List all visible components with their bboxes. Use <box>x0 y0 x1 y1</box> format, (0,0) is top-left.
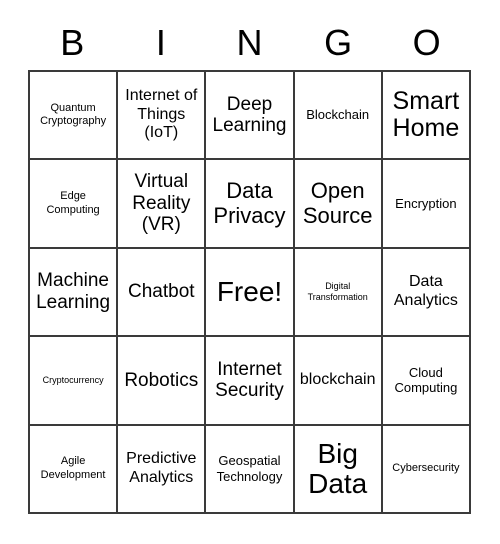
bingo-cell[interactable]: Cybersecurity <box>382 425 471 514</box>
bingo-cell[interactable]: Cloud Computing <box>382 337 471 426</box>
bingo-cell[interactable]: Geospatial Technology <box>206 425 295 514</box>
bingo-cell-label: Digital Transformation <box>307 280 368 302</box>
bingo-cell-label: blockchain <box>299 371 376 389</box>
bingo-header-letter-o: O <box>412 22 441 63</box>
bingo-cell-label: Deep Learning <box>212 93 287 137</box>
bingo-cell[interactable]: Deep Learning <box>206 72 295 161</box>
bingo-cell-label: Open Source <box>302 177 373 228</box>
bingo-cell-label: Agile Development <box>40 455 106 481</box>
bingo-cell[interactable]: Internet of Things (IoT) <box>118 72 207 161</box>
bingo-cell[interactable]: Predictive Analytics <box>118 425 207 514</box>
bingo-cell-label: Cybersecurity <box>392 462 460 475</box>
bingo-cell-label: Machine Learning <box>36 270 111 313</box>
bingo-cell[interactable]: Cryptocurrency <box>30 337 119 426</box>
bingo-cell-label: Cryptocurrency <box>42 374 104 385</box>
bingo-cell[interactable]: Machine Learning <box>30 248 119 338</box>
bingo-cell-label: Quantum Cryptography <box>40 101 107 128</box>
bingo-cell[interactable]: Open Source <box>294 160 383 249</box>
bingo-cell[interactable]: Virtual Reality (VR) <box>118 160 207 249</box>
bingo-cell-label: Encryption <box>395 195 457 211</box>
bingo-cell[interactable]: blockchain <box>294 337 383 426</box>
bingo-cell[interactable]: Blockchain <box>294 72 383 161</box>
bingo-cell-label: Geospatial Technology <box>216 453 283 484</box>
bingo-grid: Quantum Cryptography Internet of Things (… <box>28 70 471 514</box>
bingo-cell[interactable]: Edge Computing <box>30 160 119 249</box>
bingo-cell-label: Internet Security <box>215 358 284 402</box>
bingo-cell-label: Big Data <box>308 437 368 499</box>
bingo-cell-label: Robotics <box>124 369 199 391</box>
bingo-cell-label: Edge Computing <box>46 190 100 216</box>
bingo-free-space[interactable]: Free! <box>206 248 295 338</box>
bingo-cell-label: Internet of Things (IoT) <box>125 87 198 142</box>
bingo-cell-label: Data Privacy <box>213 177 286 228</box>
bingo-cell-label: Predictive Analytics <box>126 450 197 486</box>
bingo-cell[interactable]: Robotics <box>118 337 207 426</box>
bingo-cell-label: Virtual Reality (VR) <box>132 171 191 236</box>
bingo-cell[interactable]: Smart Home <box>382 72 471 161</box>
bingo-header-letter-b: B <box>60 22 85 63</box>
bingo-cell-label: Blockchain <box>306 107 370 123</box>
bingo-cell[interactable]: Internet Security <box>206 337 295 426</box>
bingo-cell-label: Smart Home <box>392 86 460 143</box>
bingo-header-letter-i: I <box>155 22 166 63</box>
bingo-cell[interactable]: Quantum Cryptography <box>30 72 119 161</box>
bingo-cell[interactable]: Data Privacy <box>206 160 295 249</box>
bingo-free-space-label: Free! <box>216 275 283 307</box>
bingo-cell-label: Cloud Computing <box>394 364 458 396</box>
bingo-cell[interactable]: Big Data <box>294 425 383 514</box>
bingo-cell-label: Chatbot <box>128 281 195 303</box>
bingo-card: B I N G O Quantum Cryptography Internet of Th… <box>0 0 500 544</box>
bingo-cell[interactable]: Agile Development <box>30 425 119 514</box>
bingo-header: BINGO <box>28 18 471 68</box>
bingo-cell[interactable]: Data Analytics <box>382 248 471 338</box>
bingo-cell[interactable]: Chatbot <box>118 248 207 338</box>
bingo-cell-label: Data Analytics <box>393 273 458 309</box>
bingo-header-letter-n: N <box>236 22 263 63</box>
bingo-cell[interactable]: Digital Transformation <box>294 248 383 338</box>
bingo-header-letter-g: G <box>324 22 353 63</box>
bingo-cell[interactable]: Encryption <box>382 160 471 249</box>
